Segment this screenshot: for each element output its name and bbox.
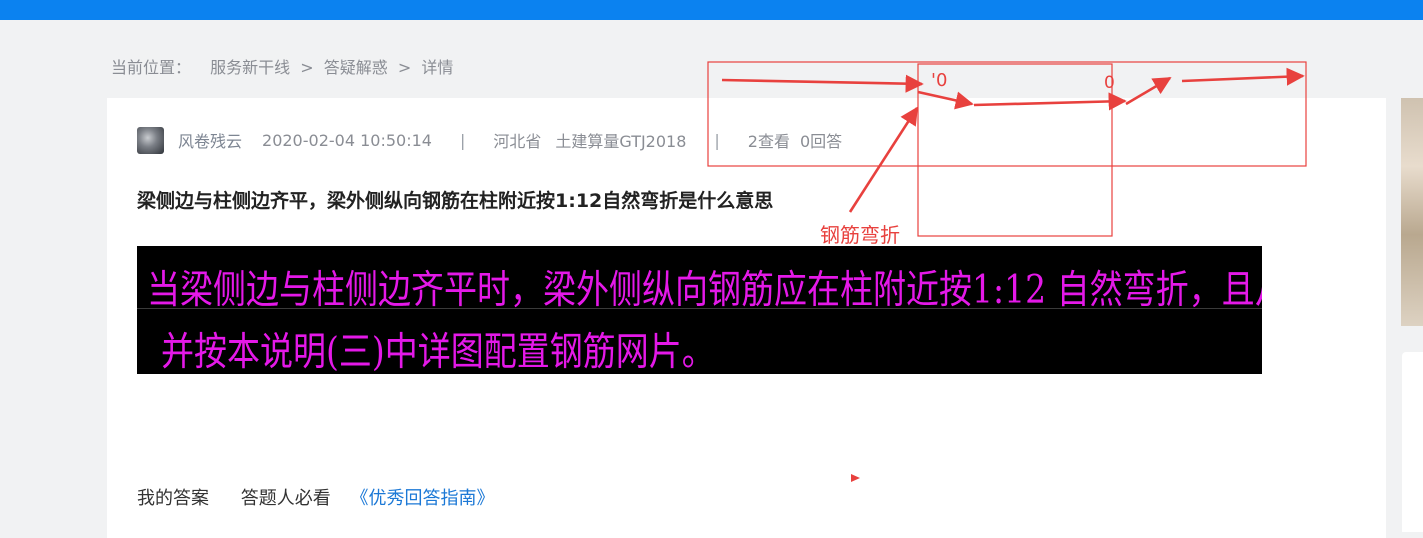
annotation-mark: 0 [1104, 73, 1115, 93]
region-label: 河北省 [493, 132, 542, 151]
breadcrumb-separator: > [300, 58, 314, 77]
view-count: 2查看 [747, 132, 790, 151]
image-divider [137, 308, 1262, 309]
meta-divider: | [714, 130, 720, 150]
post-datetime: 2020-02-04 10:50:14 [262, 130, 432, 150]
breadcrumb-lead: 当前位置： [111, 58, 192, 77]
question-meta: 风卷残云 2020-02-04 10:50:14 | 河北省 土建算量GTJ20… [137, 126, 842, 154]
question-image-line-1: 当梁侧边与柱侧边齐平时，梁外侧纵向钢筋应在柱附近按1:12 自然弯折，且从柱纵筋… [147, 266, 1262, 313]
side-panel [1402, 352, 1423, 532]
question-image-line-2: 并按本说明(三)中详图配置钢筋网片。 [161, 328, 715, 374]
avatar[interactable] [137, 126, 164, 154]
breadcrumb-item-service[interactable]: 服务新干线 [210, 58, 290, 77]
answer-count: 0回答 [799, 132, 843, 151]
annotation-arrow [721, 74, 924, 93]
annotation-arrow [1181, 67, 1305, 86]
meta-divider: | [459, 130, 466, 150]
breadcrumb-item-qa[interactable]: 答疑解惑 [324, 58, 388, 77]
my-answer-label: 我的答案 [137, 488, 209, 509]
annotation-mark: '0 [931, 70, 947, 91]
software-tag: 土建算量GTJ2018 [555, 132, 687, 151]
must-read-label: 答题人必看 [240, 488, 331, 509]
side-banner-image[interactable] [1401, 98, 1423, 326]
question-title: 梁侧边与柱侧边齐平，梁外侧纵向钢筋在柱附近按1:12自然弯折是什么意思 [137, 190, 774, 212]
answer-bar: 我的答案 答题人必看 《优秀回答指南》 [137, 484, 494, 510]
top-nav-bar [0, 0, 1423, 20]
question-card: 风卷残云 2020-02-04 10:50:14 | 河北省 土建算量GTJ20… [107, 98, 1386, 538]
breadcrumb: 当前位置： 服务新干线 > 答疑解惑 > 详情 [111, 54, 453, 78]
author-name[interactable]: 风卷残云 [178, 128, 242, 152]
answer-guide-link[interactable]: 《优秀回答指南》 [350, 488, 494, 509]
breadcrumb-separator: > [397, 58, 412, 77]
question-image[interactable]: 当梁侧边与柱侧边齐平时，梁外侧纵向钢筋应在柱附近按1:12 自然弯折，且从柱纵筋… [137, 246, 1262, 374]
breadcrumb-item-detail: 详情 [421, 58, 454, 77]
